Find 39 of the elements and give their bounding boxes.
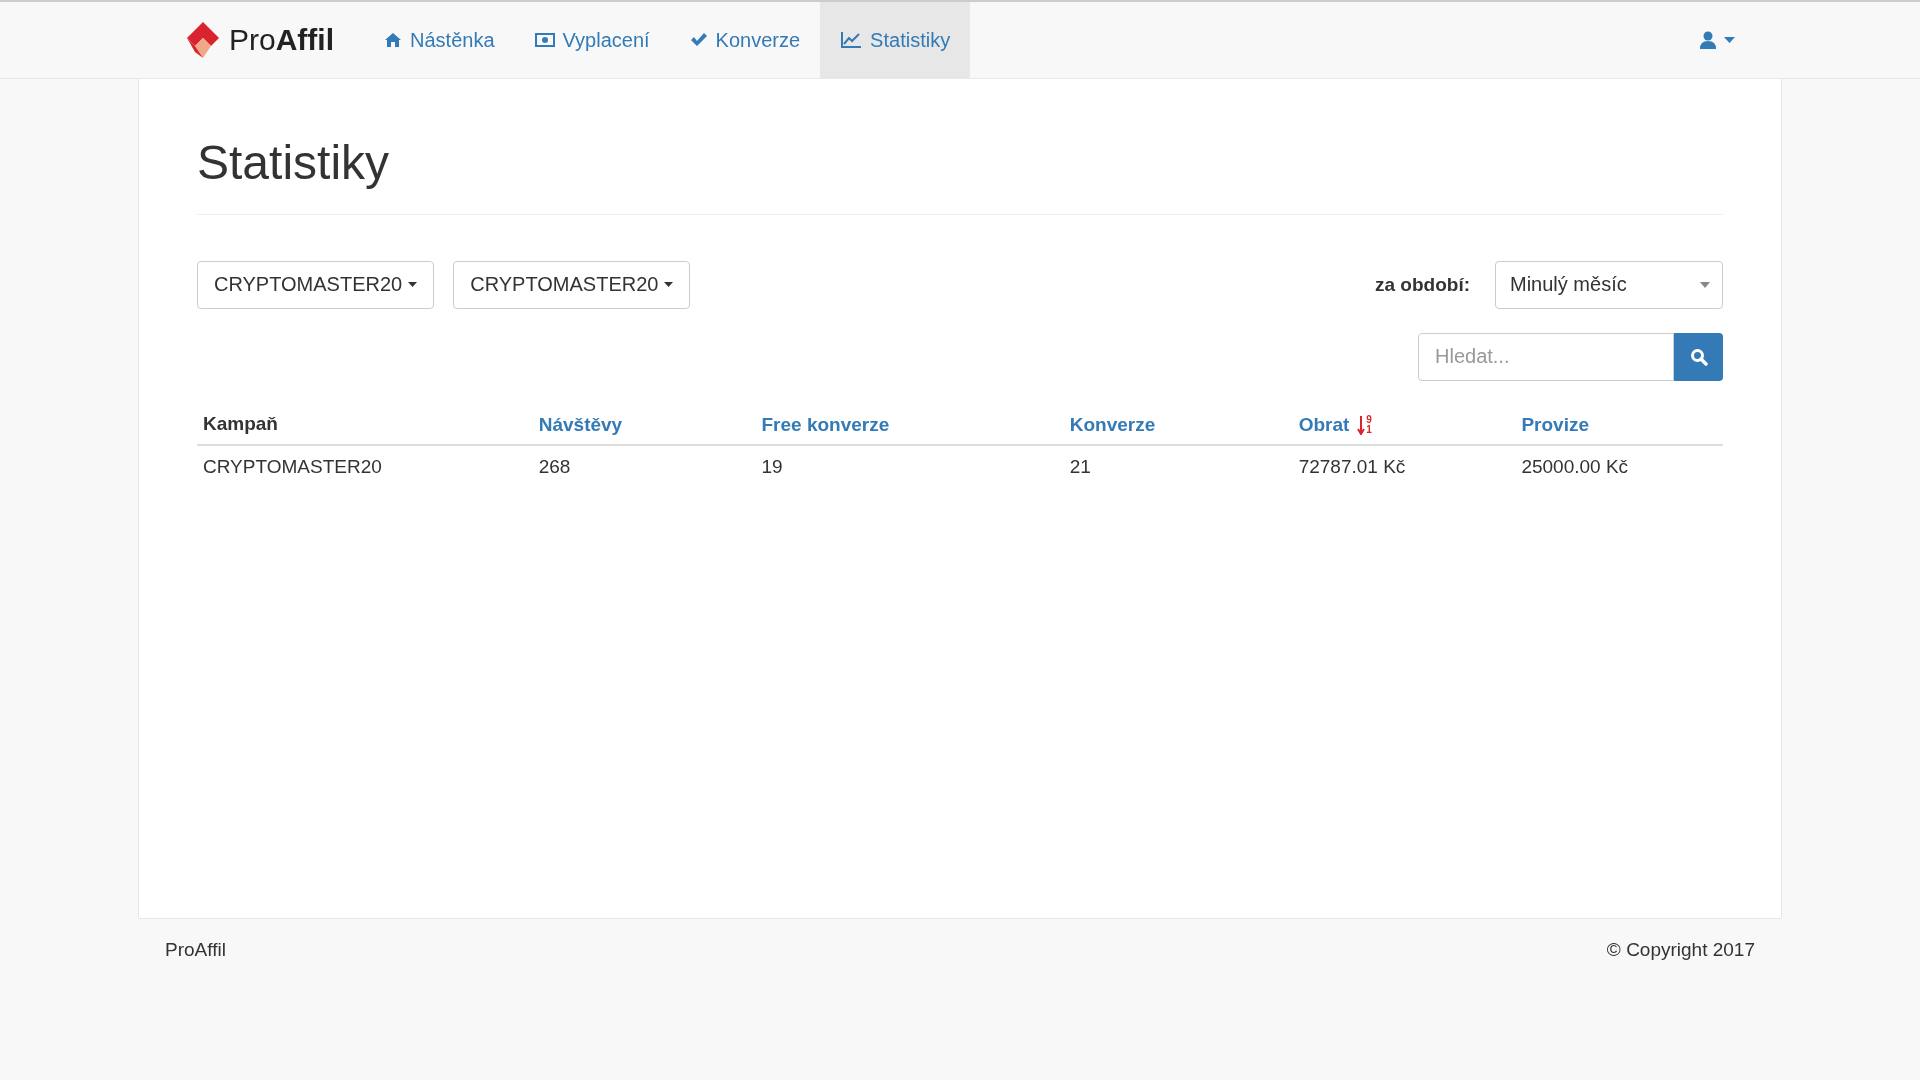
- sort-digit: 9: [1366, 414, 1372, 425]
- search-field[interactable]: Hledat...: [1418, 332, 1674, 381]
- table-cell: 21: [1063, 444, 1293, 488]
- caret-icon: [1700, 281, 1710, 288]
- caret-icon: [664, 282, 674, 288]
- column-sort-link[interactable]: Obrat: [1298, 413, 1350, 435]
- copyright-text: © Copyright 2017: [1606, 939, 1755, 961]
- table-cell: 72787.01 Kč: [1292, 444, 1516, 488]
- nav-link[interactable]: Nástěnka: [364, 2, 515, 78]
- period-label: za období:: [1375, 273, 1470, 296]
- table-cell: 268: [532, 444, 756, 488]
- caret-icon: [1724, 37, 1735, 43]
- footer-brand: ProAffil: [165, 939, 226, 961]
- brand-logo[interactable]: ProAffil: [160, 2, 364, 78]
- home-icon: [384, 32, 402, 48]
- search-icon: [1689, 347, 1708, 366]
- logo-icon: [185, 20, 221, 60]
- campaign-dropdown[interactable]: CRYPTOMASTER20: [197, 260, 435, 309]
- column-sort-link[interactable]: Konverze: [1069, 413, 1156, 435]
- column-sort-link[interactable]: Návštěvy: [538, 413, 623, 435]
- column-header: Kampaň: [203, 413, 278, 435]
- table-cell: 19: [755, 444, 1064, 488]
- user-icon: [1700, 31, 1716, 49]
- nav-link[interactable]: Statistiky: [820, 2, 971, 78]
- line-chart-icon: [840, 31, 863, 49]
- period-select[interactable]: Minulý měsíc: [1495, 260, 1723, 309]
- caret-icon: [408, 282, 418, 288]
- sort-digit: 1: [1366, 424, 1372, 435]
- column-sort-link[interactable]: Free konverze: [761, 413, 890, 435]
- table-cell: CRYPTOMASTER20: [197, 444, 533, 488]
- campaign-dropdown[interactable]: CRYPTOMASTER20: [453, 260, 691, 309]
- nav-link[interactable]: Konverze: [669, 2, 821, 78]
- check-icon: [689, 32, 708, 48]
- table-cell: 25000.00 Kč: [1515, 444, 1723, 488]
- page-title: Statistiky: [197, 79, 1723, 215]
- banknote-icon: [534, 33, 555, 47]
- column-sort-link[interactable]: Provize: [1521, 413, 1589, 435]
- nav-link[interactable]: Vyplacení: [514, 2, 670, 78]
- search-button[interactable]: [1674, 332, 1723, 381]
